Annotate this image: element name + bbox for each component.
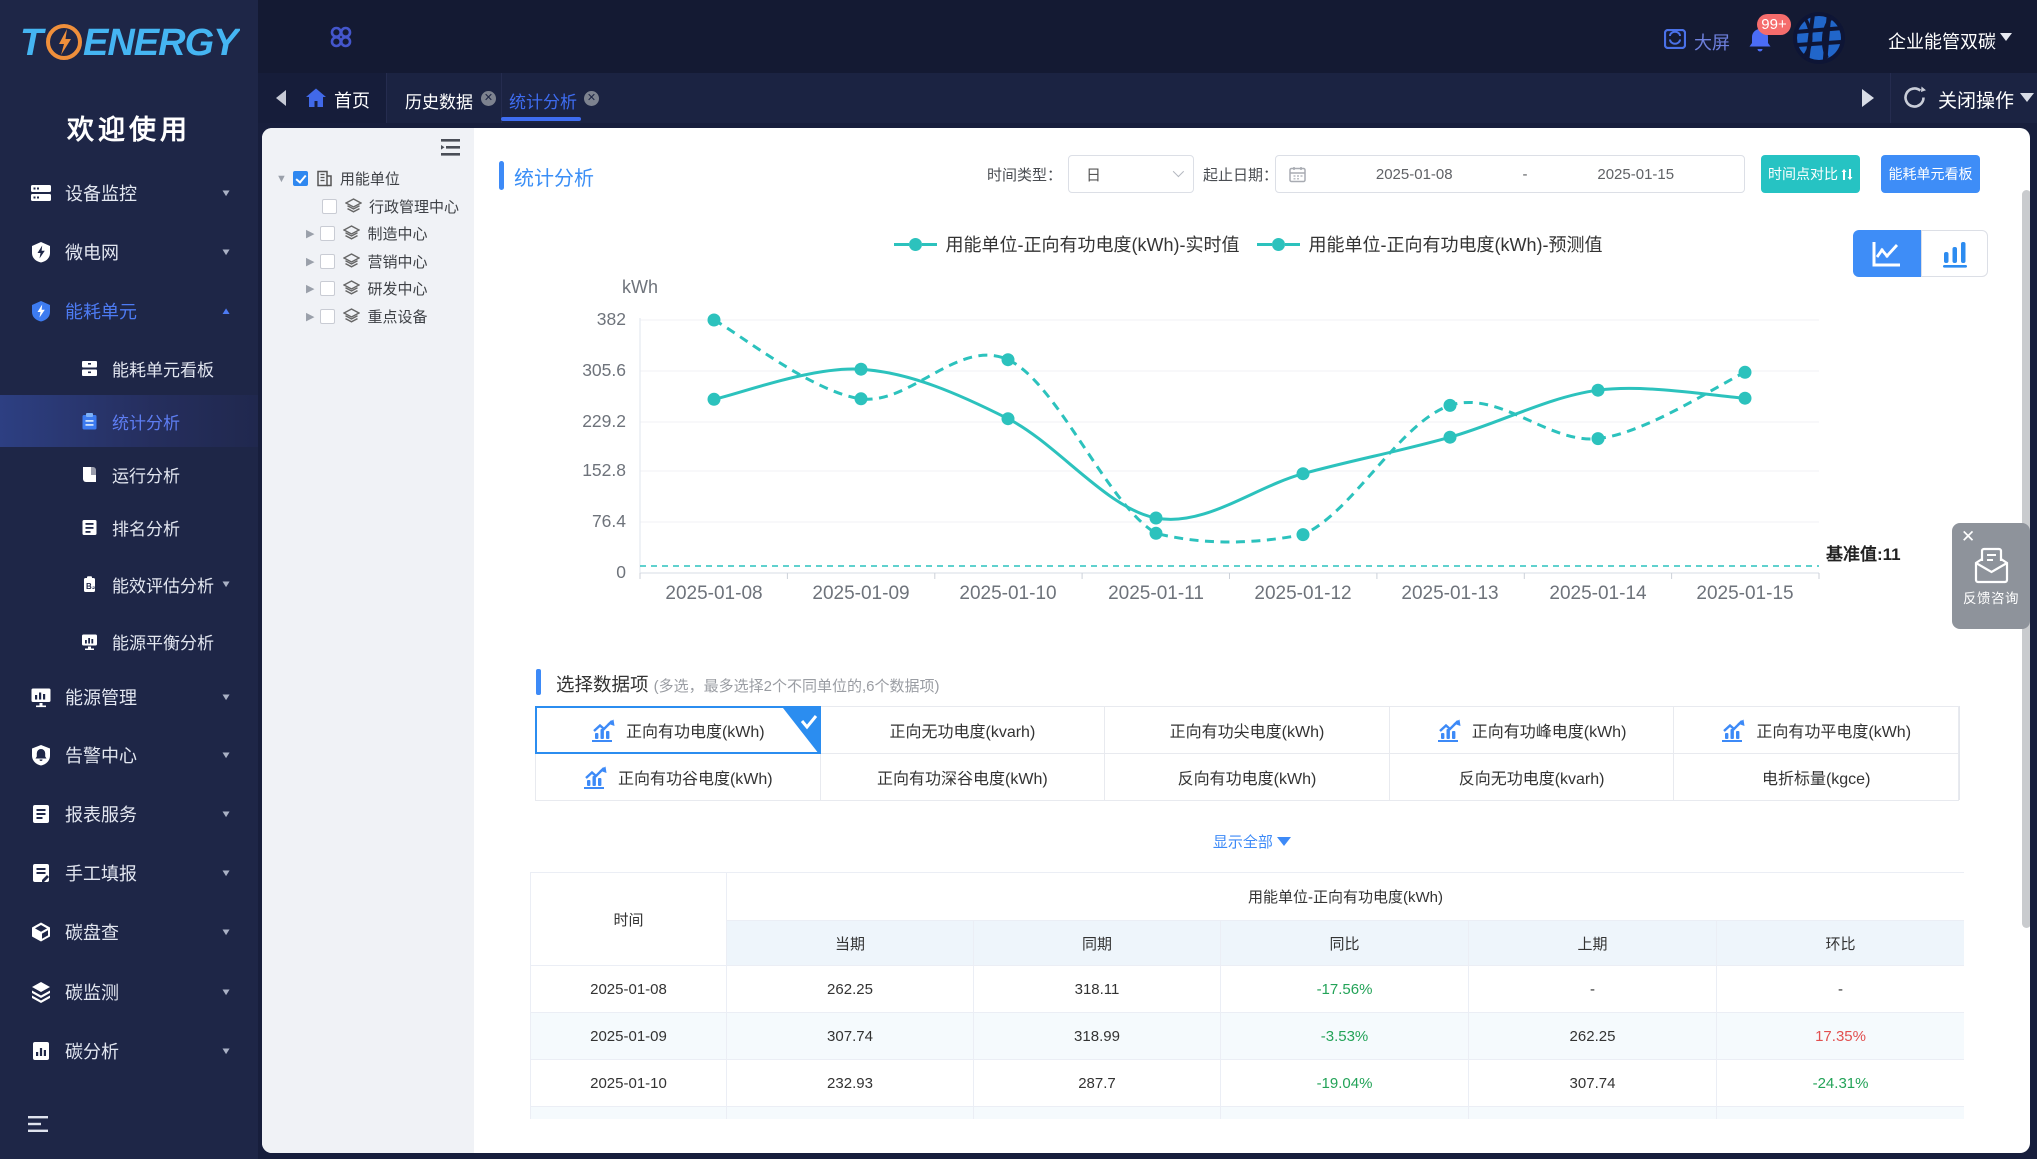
- svg-text:2025-01-13: 2025-01-13: [1401, 583, 1498, 604]
- svg-text:T: T: [20, 22, 46, 64]
- svg-text:229.2: 229.2: [582, 411, 626, 431]
- svg-text:2025-01-11: 2025-01-11: [1108, 583, 1204, 604]
- svg-text:0: 0: [616, 562, 626, 582]
- svg-text:2025-01-10: 2025-01-10: [959, 583, 1056, 604]
- svg-text:382: 382: [597, 309, 626, 329]
- svg-text:2025-01-08: 2025-01-08: [665, 583, 762, 604]
- svg-text:2025-01-09: 2025-01-09: [812, 583, 909, 604]
- svg-text:152.8: 152.8: [582, 460, 626, 480]
- svg-text:2025-01-15: 2025-01-15: [1696, 583, 1793, 604]
- svg-text:ENERGY: ENERGY: [83, 22, 240, 64]
- svg-text:B₂: B₂: [86, 582, 96, 591]
- svg-text:76.4: 76.4: [592, 511, 626, 531]
- svg-text:2025-01-14: 2025-01-14: [1549, 583, 1647, 604]
- svg-text:kWh: kWh: [622, 277, 658, 297]
- svg-text:305.6: 305.6: [582, 360, 626, 380]
- svg-text:2025-01-12: 2025-01-12: [1254, 583, 1351, 604]
- svg-text:基准值:11: 基准值:11: [1825, 544, 1901, 564]
